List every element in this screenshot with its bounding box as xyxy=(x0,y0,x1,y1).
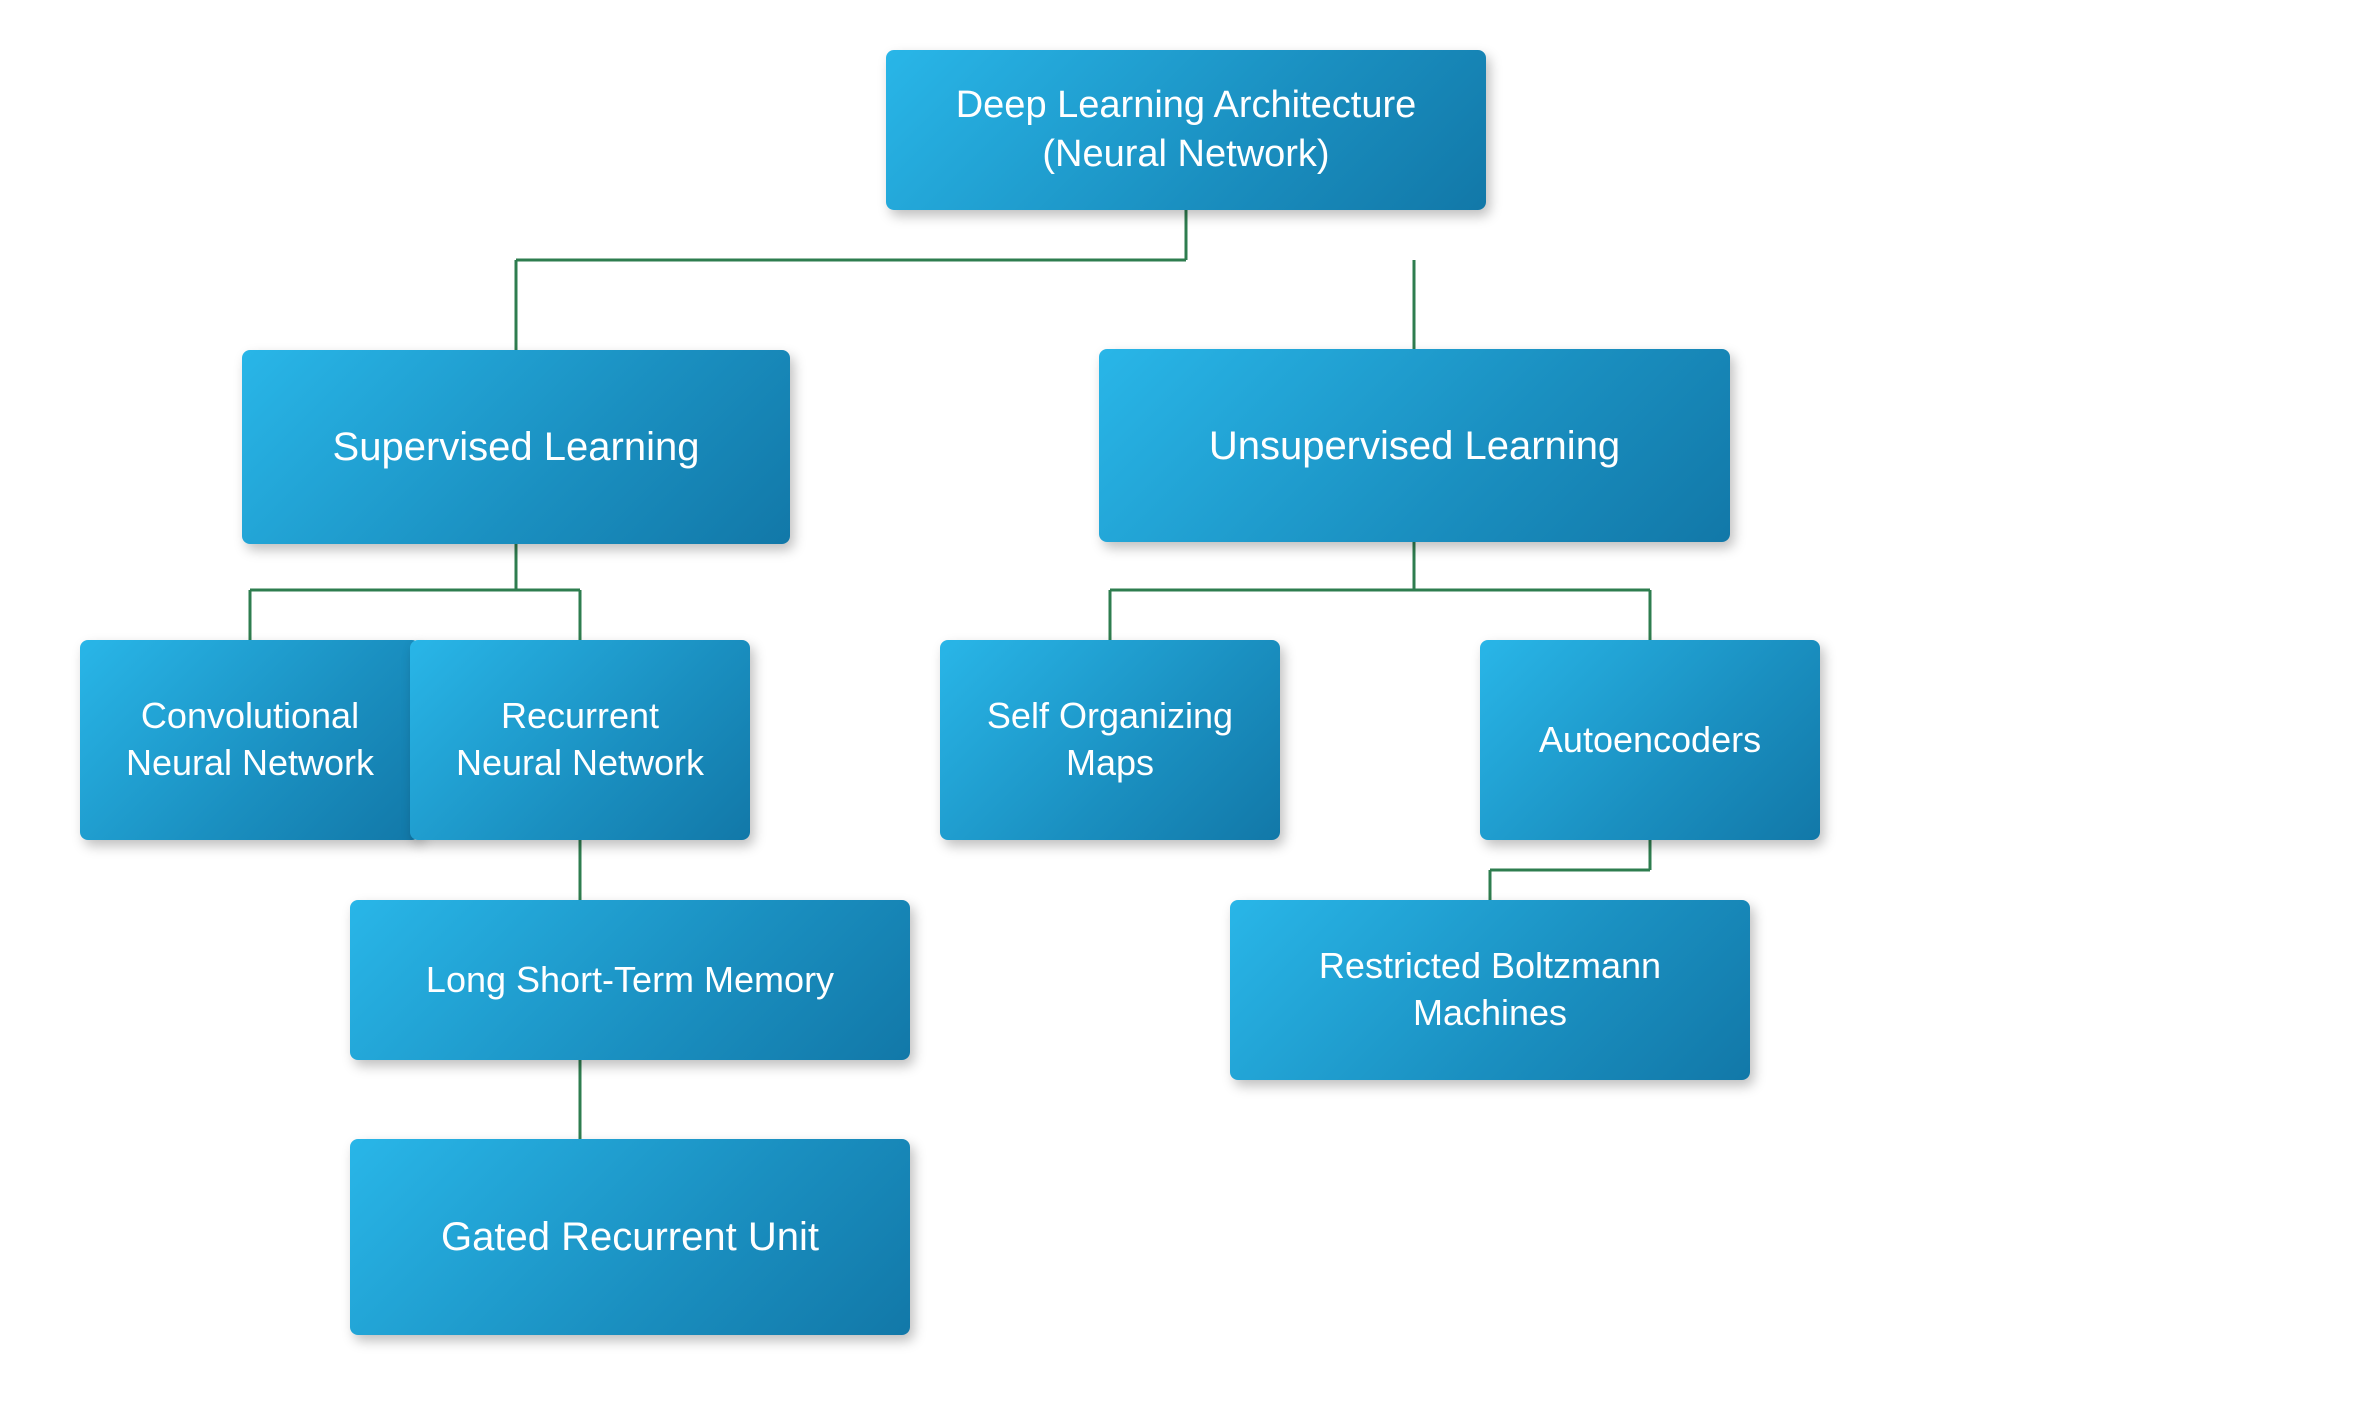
supervised-node: Supervised Learning xyxy=(242,350,790,544)
lstm-node: Long Short-Term Memory xyxy=(350,900,910,1060)
som-node: Self Organizing Maps xyxy=(940,640,1280,840)
unsupervised-node: Unsupervised Learning xyxy=(1099,349,1730,542)
ae-node: Autoencoders xyxy=(1480,640,1820,840)
root-node: Deep Learning Architecture (Neural Netwo… xyxy=(886,50,1486,210)
cnn-node: Convolutional Neural Network xyxy=(80,640,420,840)
rbm-node: Restricted Boltzmann Machines xyxy=(1230,900,1750,1080)
diagram: Deep Learning Architecture (Neural Netwo… xyxy=(0,0,2372,1406)
gru-node: Gated Recurrent Unit xyxy=(350,1139,910,1335)
rnn-node: Recurrent Neural Network xyxy=(410,640,750,840)
